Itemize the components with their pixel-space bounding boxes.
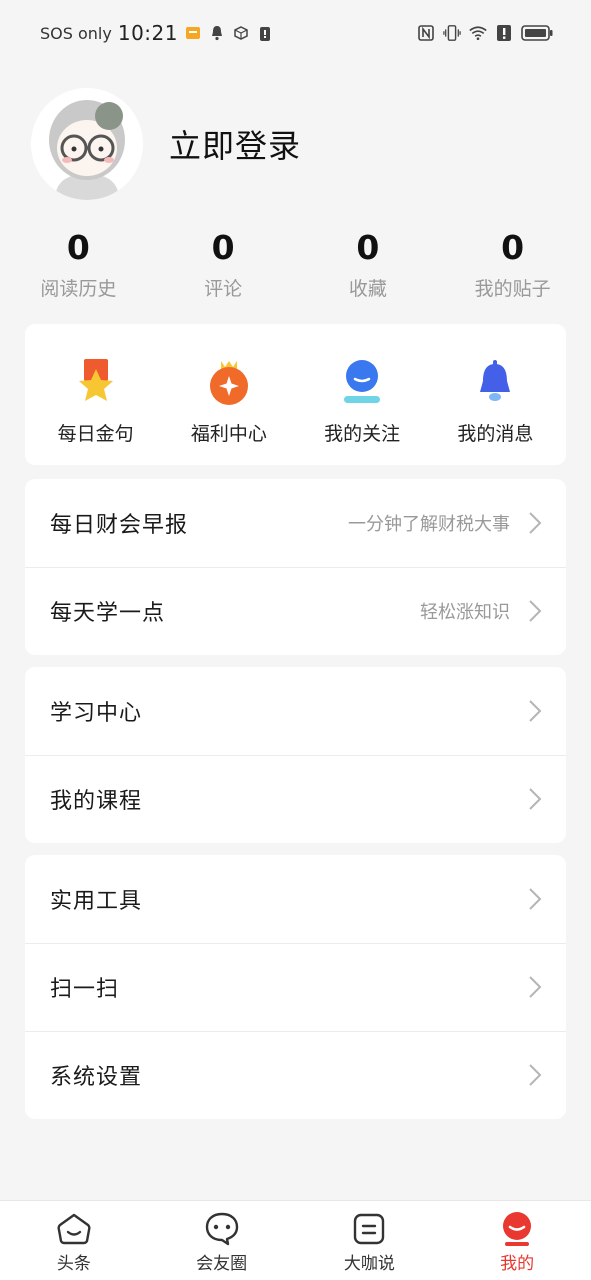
row-label: 学习中心	[50, 701, 143, 726]
cube-icon	[232, 24, 250, 42]
menu-row-tools[interactable]: 实用工具	[25, 855, 566, 943]
carrier-text: SOS only	[40, 23, 112, 43]
stat-label: 收藏	[348, 278, 387, 300]
medal-icon	[207, 358, 251, 406]
nav-friends-circle[interactable]: 会友圈	[148, 1201, 295, 1280]
row-label: 系统设置	[50, 1065, 143, 1090]
battery-icon	[521, 24, 553, 42]
stat-value: 0	[66, 228, 90, 267]
menu-row-settings[interactable]: 系统设置	[25, 1031, 566, 1119]
row-hint: 一分钟了解财税大事	[348, 514, 510, 535]
house-smile-icon	[55, 1211, 93, 1247]
chat-bubble-icon	[203, 1211, 241, 1247]
quick-welfare-center[interactable]: 福利中心	[163, 324, 295, 465]
quick-my-messages[interactable]: 我的消息	[429, 324, 561, 465]
quick-label: 福利中心	[190, 423, 267, 445]
chevron-right-icon	[529, 788, 542, 810]
warning-icon	[495, 24, 513, 42]
stat-comments[interactable]: 0 评论	[151, 226, 296, 301]
menu-row-my-courses[interactable]: 我的课程	[25, 755, 566, 843]
star-ribbon-icon	[74, 358, 118, 406]
notification-icon	[184, 24, 202, 42]
nav-headlines[interactable]: 头条	[0, 1201, 147, 1280]
bell-icon	[208, 24, 226, 42]
avatar[interactable]	[31, 88, 143, 200]
quick-my-follows[interactable]: 我的关注	[296, 324, 428, 465]
login-button[interactable]: 立即登录	[169, 121, 301, 167]
quick-daily-quote[interactable]: 每日金句	[30, 324, 162, 465]
bell-icon	[473, 358, 517, 406]
nav-label: 头条	[56, 1254, 91, 1274]
row-label: 实用工具	[50, 889, 143, 914]
nfc-icon	[417, 24, 435, 42]
profile-face-icon	[498, 1211, 536, 1247]
profile-header[interactable]: 立即登录	[31, 88, 301, 200]
row-label: 我的课程	[50, 789, 143, 814]
stat-label: 我的贴子	[474, 278, 551, 300]
menu-row-daily-report[interactable]: 每日财会早报 一分钟了解财税大事	[25, 479, 566, 567]
menu-group-learning: 学习中心 我的课程	[25, 667, 566, 843]
quick-label: 我的消息	[457, 423, 534, 445]
chevron-right-icon	[529, 976, 542, 998]
clock: 10:21	[117, 21, 178, 45]
menu-row-learn-daily[interactable]: 每天学一点 轻松涨知识	[25, 567, 566, 655]
nav-label: 会友圈	[196, 1254, 248, 1274]
nav-label: 大咖说	[343, 1254, 395, 1274]
row-label: 每天学一点	[50, 601, 166, 626]
stat-label: 评论	[204, 278, 243, 300]
menu-group-tools: 实用工具 扫一扫 系统设置	[25, 855, 566, 1119]
stat-label: 阅读历史	[40, 278, 117, 300]
follow-icon	[340, 358, 384, 406]
list-doc-icon	[350, 1211, 388, 1247]
screen: SOS only 10:21 立即登录 0 阅读历史 0 评论 0 收藏 0 我…	[0, 0, 591, 1280]
stat-value: 0	[211, 228, 235, 267]
stat-my-posts[interactable]: 0 我的贴子	[440, 226, 585, 301]
menu-row-learning-center[interactable]: 学习中心	[25, 667, 566, 755]
alert-icon	[256, 24, 274, 42]
row-label: 扫一扫	[50, 977, 120, 1002]
chevron-right-icon	[529, 1064, 542, 1086]
stats-row: 0 阅读历史 0 评论 0 收藏 0 我的贴子	[0, 226, 591, 301]
bottom-nav: 头条 会友圈 大咖说 我的	[0, 1200, 591, 1280]
wifi-icon	[469, 24, 487, 42]
status-bar: SOS only 10:21	[0, 0, 591, 66]
chevron-right-icon	[529, 600, 542, 622]
chevron-right-icon	[529, 512, 542, 534]
nav-experts-talk[interactable]: 大咖说	[296, 1201, 443, 1280]
stat-value: 0	[501, 228, 525, 267]
chevron-right-icon	[529, 700, 542, 722]
stat-reading-history[interactable]: 0 阅读历史	[6, 226, 151, 301]
quick-label: 我的关注	[324, 423, 401, 445]
quick-label: 每日金句	[57, 423, 134, 445]
nav-label: 我的	[500, 1254, 535, 1274]
nav-mine[interactable]: 我的	[444, 1201, 591, 1280]
quick-actions-card: 每日金句 福利中心 我的关注 我的消息	[25, 324, 566, 465]
stat-value: 0	[356, 228, 380, 267]
menu-row-scan[interactable]: 扫一扫	[25, 943, 566, 1031]
vibrate-icon	[443, 24, 461, 42]
row-label: 每日财会早报	[50, 513, 189, 538]
stat-favorites[interactable]: 0 收藏	[296, 226, 441, 301]
row-hint: 轻松涨知识	[420, 602, 510, 623]
menu-group-daily: 每日财会早报 一分钟了解财税大事 每天学一点 轻松涨知识	[25, 479, 566, 655]
chevron-right-icon	[529, 888, 542, 910]
